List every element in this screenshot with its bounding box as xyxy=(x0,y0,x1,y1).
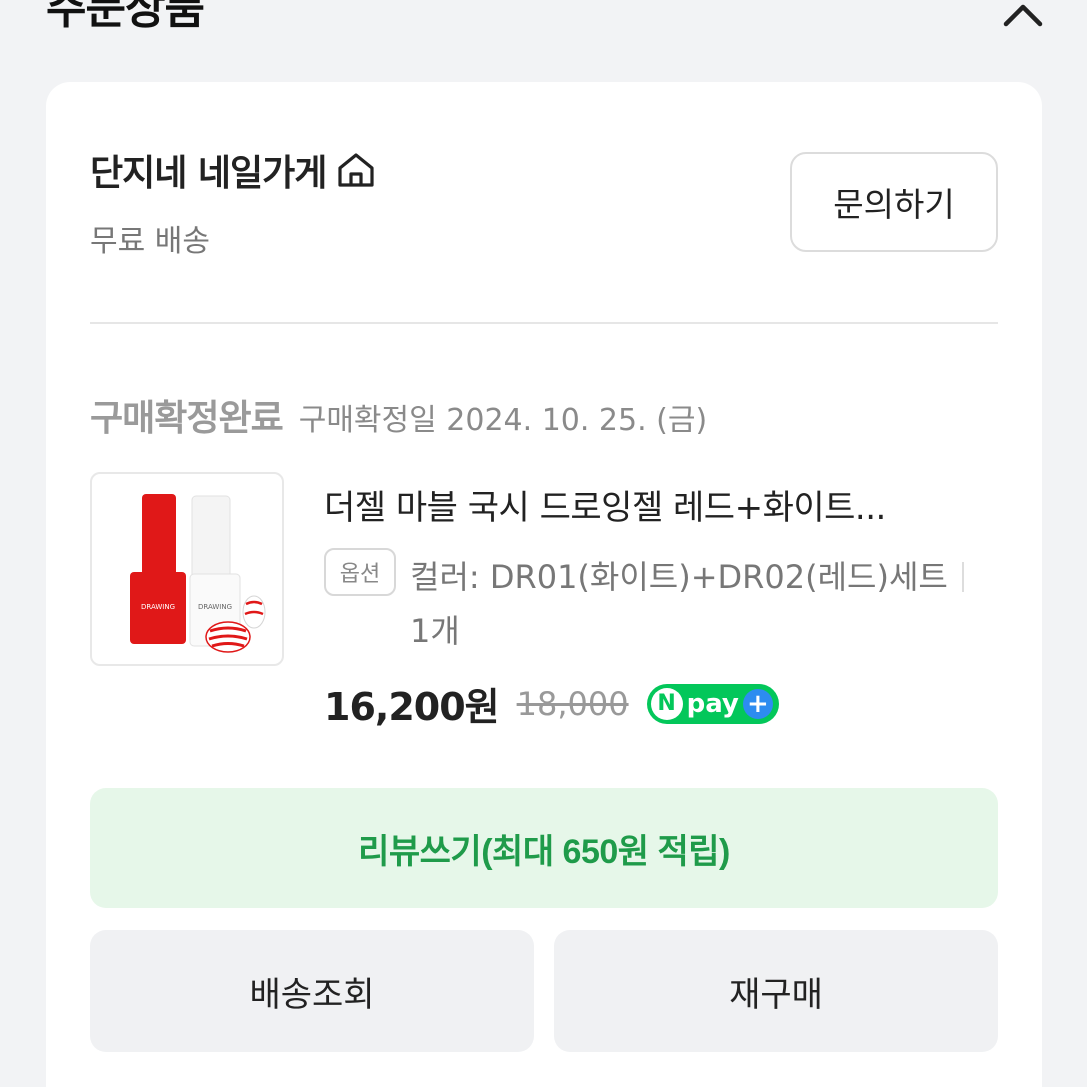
svg-text:DRAWING: DRAWING xyxy=(141,603,175,611)
track-delivery-button[interactable]: 배송조회 xyxy=(90,930,534,1052)
divider xyxy=(90,322,998,324)
product-title[interactable]: 더젤 마블 국시 드로잉젤 레드+화이트... xyxy=(324,480,1004,529)
plus-icon: + xyxy=(742,688,773,719)
quantity: 1개 xyxy=(410,612,460,650)
npay-label: pay xyxy=(686,688,739,719)
option-details: 컬러: DR01(화이트)+DR02(레드)세트 1개 xyxy=(410,550,990,658)
option-badge: 옵션 xyxy=(324,548,396,596)
inquiry-button[interactable]: 문의하기 xyxy=(790,152,998,252)
store-name[interactable]: 단지네 네일가게 xyxy=(90,144,327,196)
svg-text:DRAWING: DRAWING xyxy=(198,603,232,611)
price-row: 16,200원 18,000 N pay + xyxy=(324,676,779,731)
status-label: 구매확정완료 xyxy=(90,398,284,439)
npay-n-icon: N xyxy=(650,687,683,720)
nail-gel-bottles-image: DRAWING DRAWING xyxy=(130,494,266,653)
order-status: 구매확정완료 구매확정일 2024. 10. 25. (금) xyxy=(90,389,707,441)
write-review-button[interactable]: 리뷰쓰기(최대 650원 적립) xyxy=(90,788,998,908)
npay-plus-badge: N pay + xyxy=(646,683,779,724)
order-product-page: 주문상품 단지네 네일가게 무료 배송 문의하기 구매확정완료 구매확정일 20… xyxy=(0,0,1087,1087)
store-header[interactable]: 단지네 네일가게 xyxy=(90,144,378,196)
shipping-info: 무료 배송 xyxy=(90,224,210,259)
separator xyxy=(961,562,964,592)
section-title: 주문상품 xyxy=(46,0,205,34)
confirm-date: 구매확정일 2024. 10. 25. (금) xyxy=(298,403,708,438)
sale-price: 16,200원 xyxy=(324,685,500,729)
home-icon[interactable] xyxy=(334,148,378,192)
section-header: 주문상품 xyxy=(0,0,1087,60)
product-thumbnail[interactable]: DRAWING DRAWING xyxy=(90,472,284,666)
chevron-up-icon[interactable] xyxy=(1000,0,1046,30)
rebuy-button[interactable]: 재구매 xyxy=(554,930,998,1052)
option-value: 컬러: DR01(화이트)+DR02(레드)세트 xyxy=(410,558,948,596)
original-price: 18,000 xyxy=(516,684,629,723)
order-card: 단지네 네일가게 무료 배송 문의하기 구매확정완료 구매확정일 2024. 1… xyxy=(46,82,1042,1087)
